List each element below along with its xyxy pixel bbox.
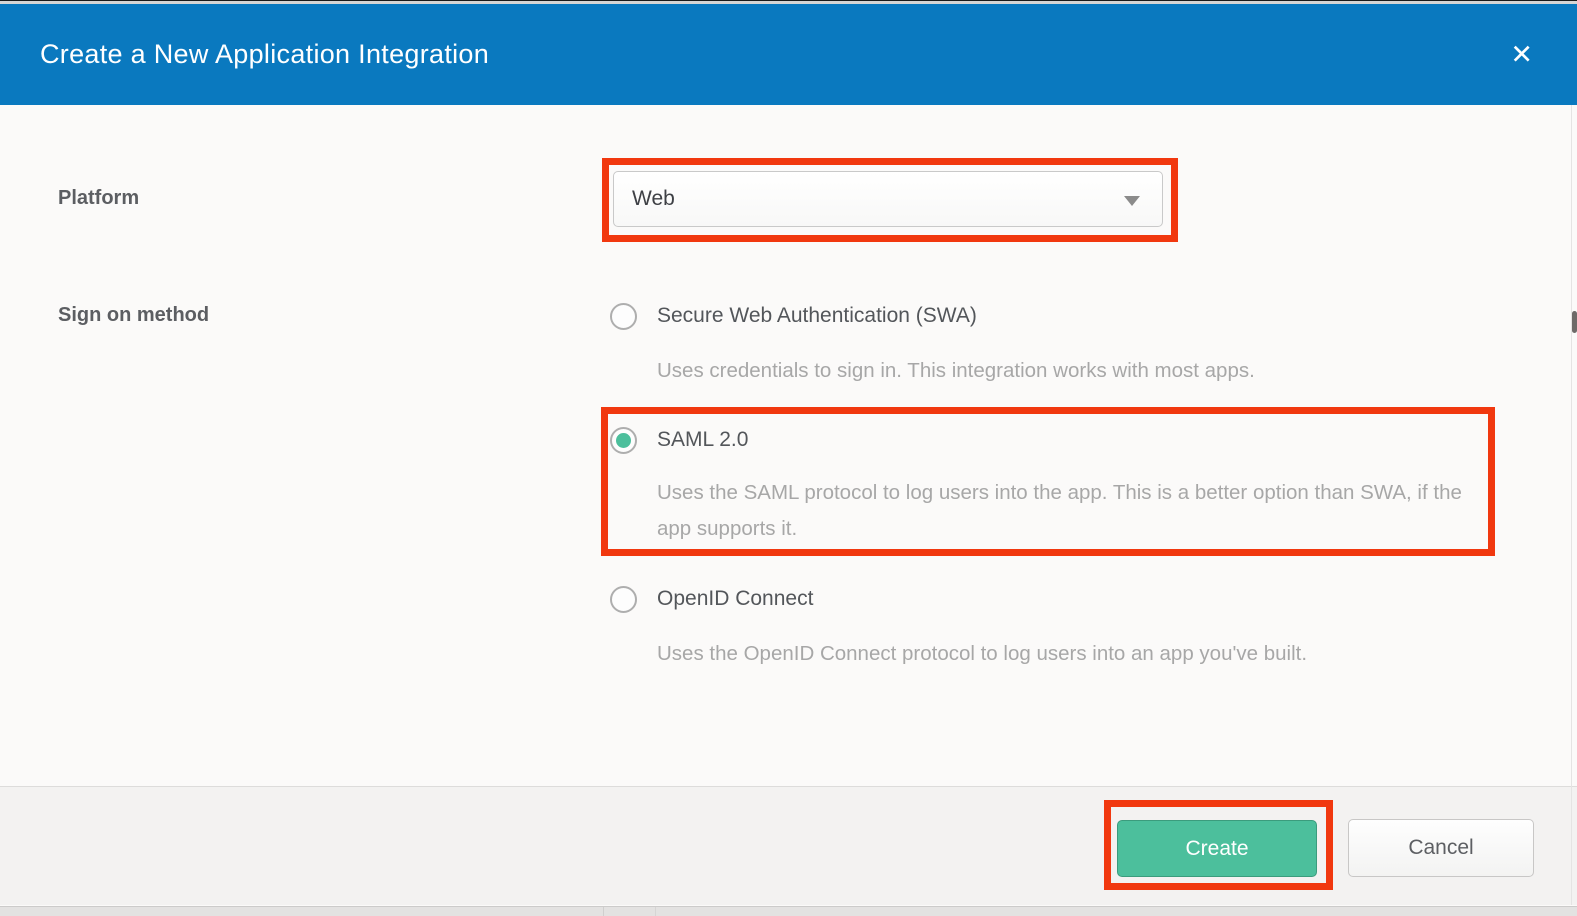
platform-label: Platform	[58, 187, 139, 210]
radio-openid[interactable]	[610, 586, 637, 613]
background-divider	[603, 907, 604, 916]
cancel-button[interactable]: Cancel	[1348, 819, 1534, 877]
modal-footer	[0, 786, 1577, 905]
radio-openid-description: Uses the OpenID Connect protocol to log …	[657, 636, 1307, 672]
modal-header: Create a New Application Integration ✕	[0, 4, 1577, 105]
scrollbar-track	[1571, 105, 1572, 905]
chevron-down-icon	[1124, 196, 1140, 206]
sign-on-method-label: Sign on method	[58, 304, 209, 327]
radio-saml[interactable]	[610, 427, 637, 454]
page-background-strip	[0, 906, 1577, 916]
radio-swa[interactable]	[610, 303, 637, 330]
radio-openid-label[interactable]: OpenID Connect	[657, 587, 813, 611]
modal-title: Create a New Application Integration	[40, 39, 489, 70]
radio-swa-label[interactable]: Secure Web Authentication (SWA)	[657, 304, 977, 328]
radio-saml-description: Uses the SAML protocol to log users into…	[657, 475, 1477, 547]
radio-swa-description: Uses credentials to sign in. This integr…	[657, 353, 1255, 389]
close-icon[interactable]: ✕	[1510, 41, 1533, 68]
platform-dropdown-value: Web	[632, 187, 675, 211]
platform-dropdown[interactable]: Web	[613, 171, 1163, 227]
background-divider	[655, 907, 656, 916]
create-button[interactable]: Create	[1117, 820, 1317, 877]
scrollbar-thumb[interactable]	[1572, 311, 1577, 333]
radio-saml-label[interactable]: SAML 2.0	[657, 428, 748, 452]
